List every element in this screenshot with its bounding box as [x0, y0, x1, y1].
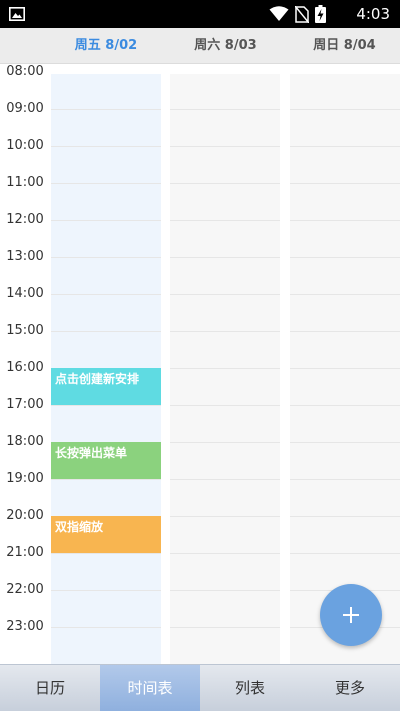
hour-gridline	[290, 331, 400, 332]
nav-tab-list[interactable]: 列表	[200, 665, 300, 711]
time-label: 10:00	[6, 138, 44, 153]
hour-gridline	[170, 294, 280, 295]
day-header-sun[interactable]: 周日 8/04	[289, 28, 400, 64]
time-label: 19:00	[6, 471, 44, 486]
hour-gridline	[290, 109, 400, 110]
hour-gridline	[170, 109, 280, 110]
hour-gridline	[51, 627, 161, 628]
hour-gridline	[170, 146, 280, 147]
hour-gridline	[290, 257, 400, 258]
wifi-icon	[269, 6, 289, 21]
hour-gridline	[51, 405, 161, 406]
time-label: 23:00	[6, 619, 44, 634]
hour-gridline	[51, 553, 161, 554]
hour-gridline	[170, 553, 280, 554]
time-label: 21:00	[6, 545, 44, 560]
hour-gridline	[290, 183, 400, 184]
time-label: 13:00	[6, 249, 44, 264]
hour-gridline	[170, 442, 280, 443]
hour-gridline	[290, 294, 400, 295]
time-label: 18:00	[6, 434, 44, 449]
hour-gridline	[170, 331, 280, 332]
hour-gridline	[170, 516, 280, 517]
plus-icon	[343, 607, 359, 623]
nav-tab-timetable[interactable]: 时间表	[100, 665, 200, 711]
hour-gridline	[290, 479, 400, 480]
time-label: 14:00	[6, 286, 44, 301]
nav-tab-more[interactable]: 更多	[300, 665, 400, 711]
hour-gridline	[290, 442, 400, 443]
bottom-nav: 日历 时间表 列表 更多	[0, 664, 400, 711]
hour-gridline	[290, 220, 400, 221]
hour-gridline	[51, 294, 161, 295]
hour-gridline	[51, 220, 161, 221]
day-column-sat[interactable]	[170, 74, 280, 664]
system-icons	[269, 5, 326, 23]
hour-gridline	[170, 479, 280, 480]
hour-gridline	[290, 146, 400, 147]
timetable-grid[interactable]: 点击创建新安排 长按弹出菜单 双指缩放 08:00 09:00 10:00 11:00 12…	[0, 64, 400, 664]
hour-gridline	[51, 109, 161, 110]
hour-gridline	[51, 590, 161, 591]
hour-gridline	[170, 368, 280, 369]
hour-gridline	[290, 516, 400, 517]
time-label: 15:00	[6, 323, 44, 338]
hour-gridline	[170, 405, 280, 406]
hour-gridline	[51, 183, 161, 184]
battery-charging-icon	[315, 5, 326, 23]
hour-gridline	[290, 405, 400, 406]
day-header: 周五 8/02 周六 8/03 周日 8/04	[0, 28, 400, 64]
day-column-fri[interactable]: 点击创建新安排 长按弹出菜单 双指缩放	[51, 74, 161, 664]
time-label: 16:00	[6, 360, 44, 375]
hour-gridline	[170, 627, 280, 628]
hour-gridline	[51, 331, 161, 332]
event-block[interactable]: 长按弹出菜单	[51, 442, 161, 479]
gallery-icon	[9, 7, 25, 21]
time-label: 09:00	[6, 101, 44, 116]
hour-gridline	[51, 146, 161, 147]
time-label: 20:00	[6, 508, 44, 523]
day-header-fri[interactable]: 周五 8/02	[50, 28, 162, 64]
no-sim-icon	[295, 5, 309, 23]
hour-gridline	[170, 257, 280, 258]
hour-gridline	[51, 479, 161, 480]
time-label: 17:00	[6, 397, 44, 412]
time-label: 22:00	[6, 582, 44, 597]
hour-gridline	[51, 257, 161, 258]
day-header-sat[interactable]: 周六 8/03	[170, 28, 281, 64]
add-event-button[interactable]	[320, 584, 382, 646]
event-block[interactable]: 双指缩放	[51, 516, 161, 553]
nav-tab-calendar[interactable]: 日历	[0, 665, 100, 711]
hour-gridline	[290, 553, 400, 554]
hour-gridline	[290, 368, 400, 369]
event-block[interactable]: 点击创建新安排	[51, 368, 161, 405]
status-bar: 4:03	[0, 0, 400, 28]
app-root: 4:03 周五 8/02 周六 8/03 周日 8/04 点击创建新安排 长按弹出…	[0, 0, 400, 711]
hour-gridline	[170, 220, 280, 221]
hour-gridline	[170, 183, 280, 184]
time-label: 12:00	[6, 212, 44, 227]
status-time: 4:03	[356, 5, 390, 23]
day-column-sun[interactable]	[290, 74, 400, 664]
hour-gridline	[170, 590, 280, 591]
time-label: 11:00	[6, 175, 44, 190]
time-label: 08:00	[6, 64, 44, 79]
